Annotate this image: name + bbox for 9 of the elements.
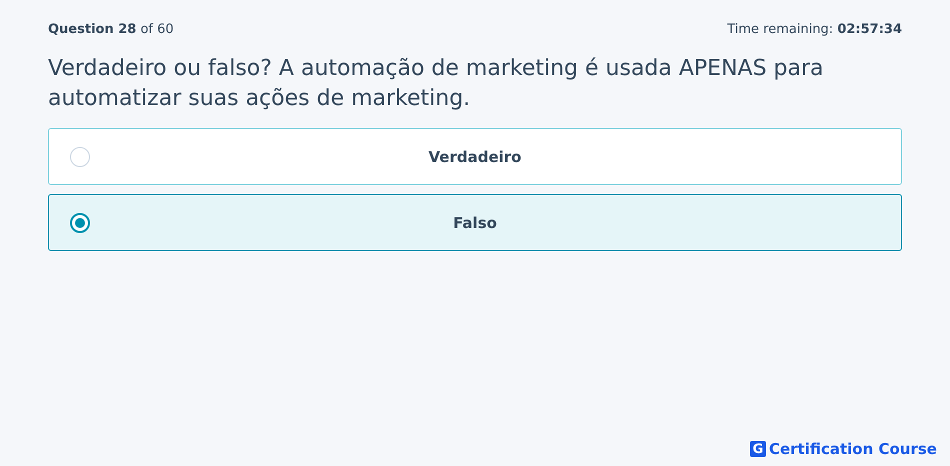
question-text: Verdadeiro ou falso? A automação de marketing é usada APENAS para automatizar suas ações de marketing. — [48, 55, 825, 113]
radio-selected-icon — [70, 212, 90, 232]
answer-option[interactable]: Falso — [48, 194, 902, 251]
answer-option[interactable]: Verdadeiro — [48, 128, 902, 185]
logo-icon: G — [750, 441, 766, 457]
brand-name: Certification Course — [768, 440, 937, 458]
time-remaining: Time remaining: 02:57:34 — [727, 22, 902, 37]
question-counter: Question 28 of 60 — [48, 22, 174, 37]
radio-icon — [70, 146, 90, 166]
